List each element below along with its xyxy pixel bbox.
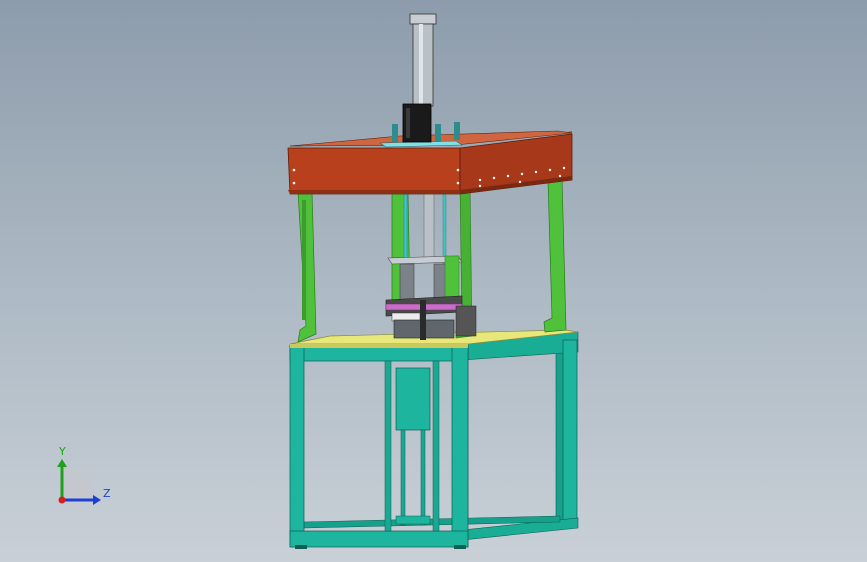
cad-model-view[interactable]: Y Z bbox=[0, 0, 867, 562]
base-frame[interactable] bbox=[289, 331, 579, 549]
z-axis-label: Z bbox=[103, 487, 111, 500]
vertical-cylinder[interactable] bbox=[409, 13, 437, 107]
coordinate-triad: Y Z bbox=[57, 445, 111, 505]
graphics-viewport[interactable]: Y Z bbox=[0, 0, 867, 562]
y-axis-label: Y bbox=[58, 445, 66, 458]
servo-motor[interactable] bbox=[402, 103, 432, 143]
